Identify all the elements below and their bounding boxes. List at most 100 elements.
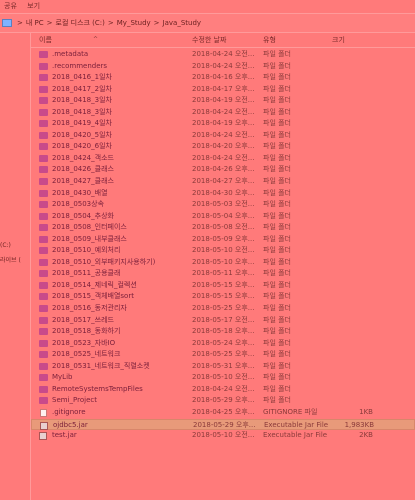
file-row[interactable]: 2018_0504_추상화 2018-05-04 오후... 파일 폴더: [31, 211, 415, 223]
file-type: 파일 폴더: [263, 373, 291, 382]
file-row[interactable]: 2018_0514_제네릭_컬렉션 2018-05-15 오후... 파일 폴더: [31, 280, 415, 292]
file-name: 2018_0419_4일차: [52, 119, 112, 128]
file-row[interactable]: 2018_0426_클래스 2018-04-26 오후... 파일 폴더: [31, 164, 415, 176]
breadcrumb-java-study[interactable]: Java_Study: [163, 19, 202, 27]
file-row[interactable]: 2018_0509_내부클래스 2018-05-09 오후... 파일 폴더: [31, 234, 415, 246]
file-row[interactable]: 2018_0503상속 2018-05-03 오전... 파일 폴더: [31, 199, 415, 211]
file-date: 2018-05-10 오후...: [192, 257, 255, 266]
file-name: 2018_0420_6일차: [52, 142, 112, 151]
file-row[interactable]: 2018_0517_쓰레드 2018-05-17 오전... 파일 폴더: [31, 315, 415, 327]
file-name: RemoteSystemsTempFiles: [52, 384, 143, 393]
file-name: 2018_0510_외부패키지사용하기): [52, 257, 156, 266]
file-date: 2018-04-24 오전...: [192, 50, 255, 58]
file-type: 파일 폴더: [263, 84, 291, 93]
column-header-name[interactable]: 이름: [39, 33, 52, 47]
file-type: 파일 폴더: [263, 107, 291, 116]
file-type: 파일 폴더: [263, 73, 291, 82]
file-name: Semi_Project: [52, 396, 97, 405]
folder-icon: [39, 247, 48, 255]
folder-icon: [39, 120, 48, 128]
nav-item-drive[interactable]: 라이브 (: [0, 255, 21, 264]
file-type: 파일 폴더: [263, 269, 291, 278]
file-row[interactable]: 2018_0515_객체배열sort 2018-05-15 오후... 파일 폴더: [31, 291, 415, 303]
file-date: 2018-04-24 오전...: [192, 384, 255, 393]
file-date: 2018-04-24 오전...: [192, 130, 255, 139]
file-type: 파일 폴더: [263, 211, 291, 220]
address-bar[interactable]: > 내 PC > 로컬 디스크 (C:) > My_Study > Java_Study: [0, 13, 415, 33]
file-row[interactable]: 2018_0424_객소드 2018-04-24 오전... 파일 폴더: [31, 153, 415, 165]
file-type: 파일 폴더: [263, 50, 291, 58]
file-row[interactable]: 2018_0420_6일차 2018-04-20 오후... 파일 폴더: [31, 141, 415, 153]
file-row[interactable]: 2018_0427_클래스 2018-04-27 오후... 파일 폴더: [31, 176, 415, 188]
file-list: .metadata 2018-04-24 오전... 파일 폴더 .recommend…: [31, 49, 415, 442]
file-icon: [40, 408, 47, 417]
file-date: 2018-05-29 오후...: [192, 396, 255, 405]
column-header-type[interactable]: 유형: [263, 33, 276, 47]
file-row[interactable]: 2018_0420_5일차 2018-04-24 오전... 파일 폴더: [31, 130, 415, 142]
file-name: MyLib: [52, 373, 73, 382]
nav-item-drive-c[interactable]: (C:): [0, 242, 11, 249]
file-type: 파일 폴더: [263, 315, 291, 324]
file-type: 파일 폴더: [263, 96, 291, 105]
file-row[interactable]: ojdbc5.jar 2018-05-29 오후... Executable Jar…: [31, 418, 415, 431]
file-row[interactable]: 2018_0518_동화하기 2018-05-18 오후... 파일 폴더: [31, 326, 415, 338]
file-name: 2018_0426_클래스: [52, 165, 114, 174]
folder-icon: [39, 316, 48, 324]
folder-icon: [39, 85, 48, 93]
folder-icon: [39, 62, 48, 70]
file-date: 2018-05-17 오전...: [192, 315, 255, 324]
folder-icon: [39, 339, 48, 347]
file-name: 2018_0511_공용클래: [52, 269, 121, 278]
file-type: 파일 폴더: [263, 130, 291, 139]
file-name: 2018_0516_동저관리자: [52, 304, 127, 313]
file-name: 2018_0424_객소드: [52, 153, 114, 162]
file-name: 2018_0517_쓰레드: [52, 315, 114, 324]
file-row[interactable]: MyLib 2018-05-10 오전... 파일 폴더: [31, 372, 415, 384]
navigation-pane: (C:) 라이브 (: [0, 32, 31, 500]
file-size: 2KB: [359, 431, 373, 440]
file-date: 2018-05-08 오전...: [192, 223, 255, 232]
column-header-date[interactable]: 수정한 날짜: [192, 33, 226, 47]
folder-icon: [39, 281, 48, 289]
file-name: .recommenders: [52, 61, 108, 70]
file-row[interactable]: RemoteSystemsTempFiles 2018-04-24 오전... 파일…: [31, 384, 415, 396]
menu-view[interactable]: 보기: [27, 2, 40, 10]
file-row[interactable]: 2018_0418_3일차 2018-04-19 오전... 파일 폴더: [31, 95, 415, 107]
file-row[interactable]: 2018_0516_동저관리자 2018-05-25 오후... 파일 폴더: [31, 303, 415, 315]
file-date: 2018-04-24 오전...: [192, 61, 255, 70]
file-row[interactable]: .recommenders 2018-04-24 오전... 파일 폴더: [31, 61, 415, 73]
file-type: 파일 폴더: [263, 200, 291, 209]
file-row[interactable]: 2018_0419_4일차 2018-04-19 오후... 파일 폴더: [31, 118, 415, 130]
file-row[interactable]: 2018_0510_외부패키지사용하기) 2018-05-10 오후... 파일 폴…: [31, 257, 415, 269]
file-row[interactable]: .metadata 2018-04-24 오전... 파일 폴더: [31, 49, 415, 61]
breadcrumb-this-pc[interactable]: 내 PC: [26, 19, 44, 27]
file-row[interactable]: test.jar 2018-05-10 오전... Executable Jar F…: [31, 430, 415, 442]
file-row[interactable]: 2018_0511_공용클래 2018-05-11 오후... 파일 폴더: [31, 268, 415, 280]
file-row[interactable]: 2018_0508_인터페이스 2018-05-08 오전... 파일 폴더: [31, 222, 415, 234]
file-name: test.jar: [52, 431, 77, 440]
file-row[interactable]: 2018_0417_2일차 2018-04-17 오후... 파일 폴더: [31, 84, 415, 96]
sort-chevron-icon: ^: [93, 36, 99, 43]
file-type: 파일 폴더: [263, 396, 291, 405]
file-row[interactable]: 2018_0430_배열 2018-04-30 오후... 파일 폴더: [31, 188, 415, 200]
breadcrumb-local-disk[interactable]: 로컬 디스크 (C:): [56, 19, 105, 27]
file-type: 파일 폴더: [263, 246, 291, 255]
folder-icon: [39, 328, 48, 336]
column-header-size[interactable]: 크기: [332, 33, 345, 47]
file-row[interactable]: 2018_0510_예외처리 2018-05-10 오전... 파일 폴더: [31, 245, 415, 257]
folder-icon: [39, 397, 48, 405]
file-name: 2018_0523_자바IO: [52, 338, 116, 347]
file-row[interactable]: 2018_0525_네트워크 2018-05-25 오후... 파일 폴더: [31, 349, 415, 361]
folder-icon: [39, 51, 48, 58]
folder-icon: [39, 201, 48, 209]
file-type: GITIGNORE 파일: [263, 407, 318, 416]
menu-share[interactable]: 공유: [4, 2, 17, 10]
file-row[interactable]: Semi_Project 2018-05-29 오후... 파일 폴더: [31, 395, 415, 407]
file-row[interactable]: 2018_0416_1일차 2018-04-16 오후... 파일 폴더: [31, 72, 415, 84]
file-row[interactable]: .gitignore 2018-04-25 오후... GITIGNORE 파일 1K…: [31, 407, 415, 419]
breadcrumb-my-study[interactable]: My_Study: [117, 19, 151, 27]
file-row[interactable]: 2018_0418_3일차 2018-04-24 오전... 파일 폴더: [31, 107, 415, 119]
file-row[interactable]: 2018_0523_자바IO 2018-05-24 오후... 파일 폴더: [31, 338, 415, 350]
file-row[interactable]: 2018_0531_네트워크_직렬소켓 2018-05-31 오후... 파일 폴더: [31, 361, 415, 373]
file-name: 2018_0509_내부클래스: [52, 234, 127, 243]
